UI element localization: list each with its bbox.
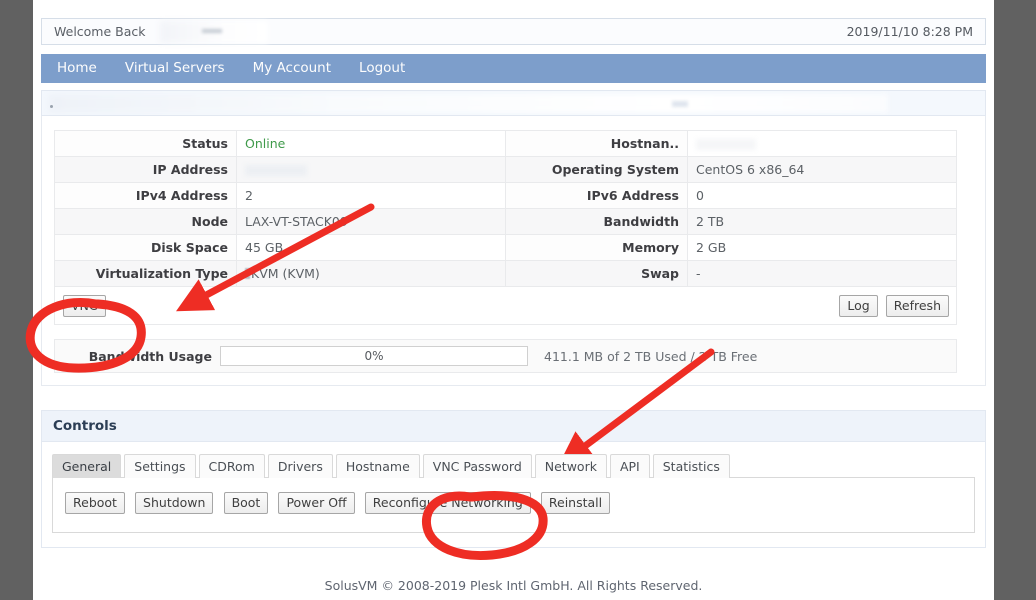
- info-value-status: Online: [237, 131, 506, 157]
- info-label-swap: Swap: [506, 261, 688, 287]
- bandwidth-stats-text: 411.1 MB of 2 TB Used / 2 TB Free: [544, 349, 757, 364]
- page-title-dot: [50, 105, 53, 108]
- page-body: Welcome Back 2019/11/10 8:28 PM Home Vir…: [33, 0, 994, 600]
- info-label-operating-system: Operating System: [506, 157, 688, 183]
- redacted-ip-address: [245, 165, 307, 176]
- general-tab-pane: Reboot Shutdown Boot Power Off Reconfigu…: [52, 477, 975, 533]
- table-row: Status Online Hostnan..: [55, 131, 957, 157]
- tab-api[interactable]: API: [610, 454, 650, 478]
- main-navigation: Home Virtual Servers My Account Logout: [41, 54, 986, 83]
- screenshot-root: Welcome Back 2019/11/10 8:28 PM Home Vir…: [0, 0, 1036, 600]
- info-label-ip-address: IP Address: [55, 157, 237, 183]
- virtualization-type-text: KVM (KVM): [251, 266, 320, 281]
- bandwidth-usage-label: Bandwidth Usage: [55, 349, 220, 364]
- current-datetime: 2019/11/10 8:28 PM: [847, 24, 973, 39]
- reboot-button[interactable]: Reboot: [65, 492, 125, 514]
- status-badge: Online: [245, 136, 285, 151]
- tab-network[interactable]: Network: [535, 454, 607, 478]
- tab-drivers[interactable]: Drivers: [268, 454, 333, 478]
- info-label-memory: Memory: [506, 235, 688, 261]
- tab-settings[interactable]: Settings: [124, 454, 195, 478]
- info-label-disk-space: Disk Space: [55, 235, 237, 261]
- bandwidth-usage-row: Bandwidth Usage 0% 411.1 MB of 2 TB Used…: [54, 339, 957, 373]
- info-value-hostname: [688, 131, 957, 157]
- server-action-bar: VNC Log Refresh: [54, 287, 957, 325]
- table-row: IPv4 Address 2 IPv6 Address 0: [55, 183, 957, 209]
- log-button[interactable]: Log: [839, 295, 877, 317]
- bandwidth-percent-text: 0%: [221, 349, 527, 363]
- tab-general[interactable]: General: [52, 454, 121, 478]
- page-footer: SolusVM © 2008-2019 Plesk Intl GmbH. All…: [33, 578, 994, 593]
- info-value-disk-space: 45 GB: [237, 235, 506, 261]
- reinstall-button[interactable]: Reinstall: [541, 492, 610, 514]
- table-row: Disk Space 45 GB Memory 2 GB: [55, 235, 957, 261]
- page-title-panel: [41, 90, 986, 116]
- power-off-button[interactable]: Power Off: [278, 492, 354, 514]
- info-label-hostname: Hostnan..: [506, 131, 688, 157]
- welcome-bar: Welcome Back 2019/11/10 8:28 PM: [41, 18, 986, 45]
- table-row: Node LAX-VT-STACK09 Bandwidth 2 TB: [55, 209, 957, 235]
- controls-panel-body: General Settings CDRom Drivers Hostname …: [42, 442, 985, 547]
- info-value-virtualization-type: KVM (KVM): [237, 261, 506, 287]
- info-label-node: Node: [55, 209, 237, 235]
- redacted-page-title: [48, 94, 888, 113]
- reconfigure-networking-button[interactable]: Reconfigure Networking: [365, 492, 531, 514]
- info-value-memory: 2 GB: [688, 235, 957, 261]
- action-bar-right-group: Log Refresh: [836, 295, 949, 317]
- vnc-button[interactable]: VNC: [63, 295, 106, 317]
- redacted-hostname: [696, 139, 756, 150]
- info-value-ipv6-address: 0: [688, 183, 957, 209]
- nav-item-home[interactable]: Home: [45, 54, 109, 83]
- kvm-icon: [245, 268, 250, 279]
- info-label-status: Status: [55, 131, 237, 157]
- table-row: IP Address Operating System CentOS 6 x86…: [55, 157, 957, 183]
- tab-cdrom[interactable]: CDRom: [199, 454, 265, 478]
- controls-tabs: General Settings CDRom Drivers Hostname …: [52, 454, 975, 478]
- info-label-virtualization-type: Virtualization Type: [55, 261, 237, 287]
- tab-hostname[interactable]: Hostname: [336, 454, 420, 478]
- shutdown-button[interactable]: Shutdown: [135, 492, 213, 514]
- info-value-ipv4-address: 2: [237, 183, 506, 209]
- server-info-table: Status Online Hostnan.. IP Address Opera…: [54, 130, 957, 287]
- tab-vnc-password[interactable]: VNC Password: [423, 454, 532, 478]
- redacted-page-title-smudge: [672, 101, 688, 107]
- controls-panel-title: Controls: [42, 411, 985, 442]
- redacted-username-smudge: [202, 29, 222, 33]
- controls-panel: Controls General Settings CDRom Drivers …: [41, 410, 986, 548]
- info-value-node: LAX-VT-STACK09: [237, 209, 506, 235]
- bandwidth-progress-bar: 0%: [220, 346, 528, 366]
- tab-statistics[interactable]: Statistics: [653, 454, 730, 478]
- info-value-bandwidth: 2 TB: [688, 209, 957, 235]
- welcome-text: Welcome Back: [54, 24, 146, 39]
- info-value-ip-address: [237, 157, 506, 183]
- info-label-bandwidth: Bandwidth: [506, 209, 688, 235]
- boot-button[interactable]: Boot: [224, 492, 269, 514]
- nav-item-logout[interactable]: Logout: [347, 54, 417, 83]
- info-label-ipv4-address: IPv4 Address: [55, 183, 237, 209]
- info-label-ipv6-address: IPv6 Address: [506, 183, 688, 209]
- table-row: Virtualization Type KVM (KVM) Swap -: [55, 261, 957, 287]
- info-value-swap: -: [688, 261, 957, 287]
- browser-frame-right: [994, 0, 1036, 600]
- nav-item-virtual-servers[interactable]: Virtual Servers: [113, 54, 237, 83]
- browser-frame-left: [0, 0, 33, 600]
- nav-item-my-account[interactable]: My Account: [241, 54, 343, 83]
- server-details-card: Status Online Hostnan.. IP Address Opera…: [41, 116, 986, 386]
- refresh-button[interactable]: Refresh: [886, 295, 949, 317]
- info-value-operating-system: CentOS 6 x86_64: [688, 157, 957, 183]
